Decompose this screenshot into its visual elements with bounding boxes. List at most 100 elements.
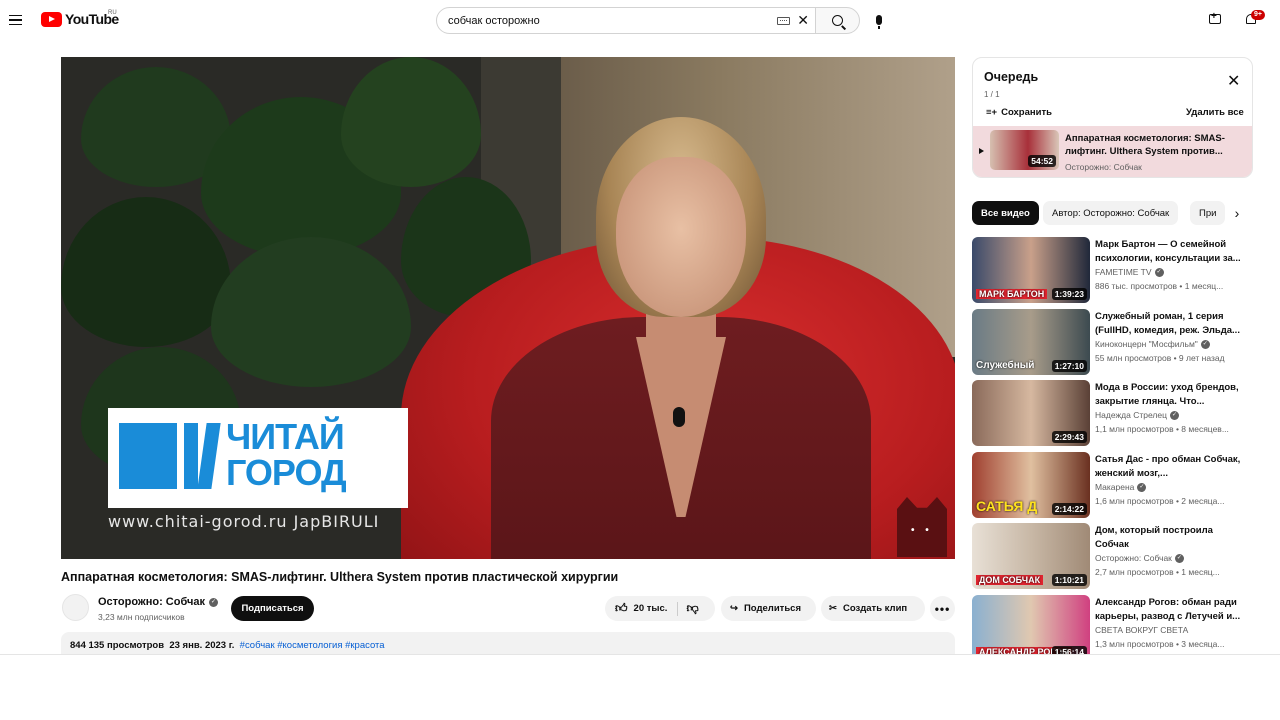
verified-icon: ✓ (1154, 267, 1164, 277)
recommendation-thumbnail[interactable]: АЛЕКСАНДР РОГОВ 1:56:14 (972, 595, 1090, 661)
recommendation-channel[interactable]: Киноконцерн "Мосфильм" ✓ (1095, 339, 1210, 349)
recommendation-item[interactable]: САТЬЯ Д 2:14:22 Сатья Дас - про обман Собч… (972, 452, 1253, 518)
recommendation-channel-name[interactable]: СВЕТА ВОКРУГ СВЕТА (1095, 625, 1188, 635)
save-queue-button[interactable]: ≡+ Сохранить (986, 107, 1052, 118)
recommendation-title[interactable]: Дом, который построила Собчак (1095, 524, 1245, 552)
recommendation-title[interactable]: Александр Рогов: обман ради карьеры, раз… (1095, 596, 1245, 624)
filter-chips: Все видео Автор: Осторожно: Собчак При (972, 201, 1253, 225)
close-icon[interactable]: ✕ (1227, 74, 1240, 90)
like-dislike-group: 👍︎ 20 тыс. 👎︎ (605, 596, 715, 621)
recommendation-channel[interactable]: Макарена ✓ (1095, 482, 1147, 492)
masthead: YouTube RU ✕ 9+ (0, 0, 1280, 40)
recommendation-channel-name[interactable]: Киноконцерн "Мосфильм" (1095, 339, 1198, 349)
queue-count: 1 / 1 (984, 90, 1000, 99)
duration-badge: 1:27:10 (1051, 360, 1087, 372)
recommendation-channel-name[interactable]: Макарена (1095, 482, 1134, 492)
sponsor-logo-mark (184, 423, 198, 489)
recommendation-channel[interactable]: СВЕТА ВОКРУГ СВЕТА (1095, 625, 1188, 635)
create-button[interactable] (1207, 11, 1225, 29)
verified-icon: ✓ (1174, 553, 1184, 563)
menu-icon[interactable] (6, 8, 26, 32)
delete-all-button[interactable]: Удалить все (1186, 107, 1244, 118)
recommendation-thumbnail[interactable]: 2:29:43 (972, 380, 1090, 446)
recommendation-channel-name[interactable]: FAMETIME TV (1095, 267, 1152, 277)
recommendation-meta: 2,7 млн просмотров • 1 месяц... (1095, 567, 1220, 577)
verified-icon: ✓ (209, 597, 219, 607)
share-button[interactable]: ↪ Поделиться (721, 596, 816, 621)
recommendation-thumbnail[interactable]: САТЬЯ Д 2:14:22 (972, 452, 1090, 518)
chip-author[interactable]: Автор: Осторожно: Собчак (1043, 201, 1179, 225)
search-box[interactable]: ✕ (436, 7, 816, 34)
create-clip-button[interactable]: ✂ Создать клип (821, 596, 925, 621)
hashtags[interactable]: #собчак #косметология #красота (240, 640, 385, 651)
notification-badge: 9+ (1251, 10, 1265, 20)
chip-all-videos[interactable]: Все видео (972, 201, 1039, 225)
duration-badge: 1:39:23 (1051, 288, 1087, 300)
queue-panel: Очередь 1 / 1 ✕ ≡+ Сохранить Удалить все… (972, 57, 1253, 178)
scissors-icon: ✂ (829, 603, 837, 614)
now-playing-icon (979, 148, 984, 154)
more-actions-button[interactable]: ••• (930, 596, 955, 621)
recommendation-channel[interactable]: Осторожно: Собчак ✓ (1095, 553, 1184, 563)
verified-icon: ✓ (1169, 410, 1179, 420)
recommendation-title[interactable]: Сатья Дас - про обман Собчак, женский мо… (1095, 453, 1245, 481)
recommendation-item[interactable]: 2:29:43 Мода в России: уход брендов, закр… (972, 380, 1253, 446)
sponsor-url: www.chitai-gorod.ru JapBIRULI (108, 512, 380, 531)
thumbnail-caption: ДОМ СОБЧАК (976, 575, 1044, 585)
thumbnail-caption: МАРК БАРТОН (976, 289, 1048, 299)
lapel-mic (673, 407, 685, 427)
recommendation-item[interactable]: МАРК БАРТОН 1:39:23 Марк Бартон — О семейн… (972, 237, 1253, 303)
youtube-play-icon (41, 11, 62, 27)
clear-search-icon[interactable]: ✕ (797, 13, 809, 27)
channel-name[interactable]: Осторожно: Собчак ✓ (98, 596, 219, 608)
recommendation-title[interactable]: Марк Бартон — О семейной психологии, кон… (1095, 238, 1245, 266)
recommendation-channel-name[interactable]: Осторожно: Собчак (1095, 553, 1172, 563)
create-video-icon (1209, 11, 1221, 24)
recommendation-item[interactable]: АЛЕКСАНДР РОГОВ 1:56:14 Александр Рогов: о… (972, 595, 1253, 661)
view-count: 844 135 просмотров (70, 640, 165, 651)
recommendation-item[interactable]: ДОМ СОБЧАК 1:10:21 Дом, который построила … (972, 523, 1253, 589)
recommendation-channel-name[interactable]: Надежда Стрелец (1095, 410, 1167, 420)
subscribe-button[interactable]: Подписаться (231, 596, 314, 621)
youtube-logo[interactable]: YouTube (41, 11, 119, 27)
video-title: Аппаратная косметология: SMAS-лифтинг. U… (61, 570, 619, 584)
subscriber-count: 3,23 млн подписчиков (98, 612, 185, 622)
like-icon[interactable]: 👍︎ (615, 601, 628, 616)
recommendation-thumbnail[interactable]: МАРК БАРТОН 1:39:23 (972, 237, 1090, 303)
verified-icon: ✓ (1200, 339, 1210, 349)
keyboard-icon[interactable] (777, 17, 790, 25)
chip-related[interactable]: При (1190, 201, 1226, 225)
queue-item-thumbnail[interactable]: 54:52 (990, 130, 1059, 170)
search-input[interactable] (448, 14, 768, 27)
dislike-icon[interactable]: 👎︎ (686, 601, 698, 616)
plant-leaf (211, 237, 411, 387)
chevron-right-icon[interactable]: › (1229, 205, 1245, 221)
recommendation-channel[interactable]: FAMETIME TV ✓ (1095, 267, 1164, 277)
watermark-eyes: • • (911, 525, 933, 536)
channel-name-text[interactable]: Осторожно: Собчак (98, 596, 205, 608)
queue-item-channel: Осторожно: Собчак (1065, 162, 1142, 172)
queue-item[interactable]: 54:52 Аппаратная косметология: SMAS-лифт… (973, 126, 1252, 177)
thumbnail-caption: Служебный (976, 360, 1035, 371)
recommendation-thumbnail[interactable]: ДОМ СОБЧАК 1:10:21 (972, 523, 1090, 589)
queue-item-title[interactable]: Аппаратная косметология: SMAS-лифтинг. U… (1065, 132, 1245, 158)
recommendation-title[interactable]: Мода в России: уход брендов, закрытие гл… (1095, 381, 1245, 409)
video-player[interactable]: ЧИТАЙ ГОРОД www.chitai-gorod.ru JapBIRUL… (61, 57, 955, 559)
channel-avatar[interactable] (62, 594, 89, 621)
sponsor-logo-mark (119, 423, 177, 489)
recommendation-meta: 1,6 млн просмотров • 2 месяца... (1095, 496, 1225, 506)
recommendation-thumbnail[interactable]: Служебный 1:27:10 (972, 309, 1090, 375)
share-label: Поделиться (743, 603, 801, 614)
microphone-icon (876, 15, 882, 29)
recommendation-channel[interactable]: Надежда Стрелец ✓ (1095, 410, 1179, 420)
recommendation-title[interactable]: Служебный роман, 1 серия (FullHD, комеди… (1095, 310, 1245, 338)
presenter-face (616, 157, 746, 317)
voice-search-button[interactable] (867, 8, 891, 32)
recommendation-meta: 1,3 млн просмотров • 3 месяца... (1095, 639, 1225, 649)
search-button[interactable] (815, 7, 860, 34)
sponsor-logo-card: ЧИТАЙ ГОРОД (108, 408, 408, 508)
page-footer-area (0, 654, 1280, 720)
recommendation-item[interactable]: Служебный 1:27:10 Служебный роман, 1 серия… (972, 309, 1253, 375)
like-count[interactable]: 20 тыс. (634, 603, 668, 614)
plant-leaf (61, 197, 231, 347)
